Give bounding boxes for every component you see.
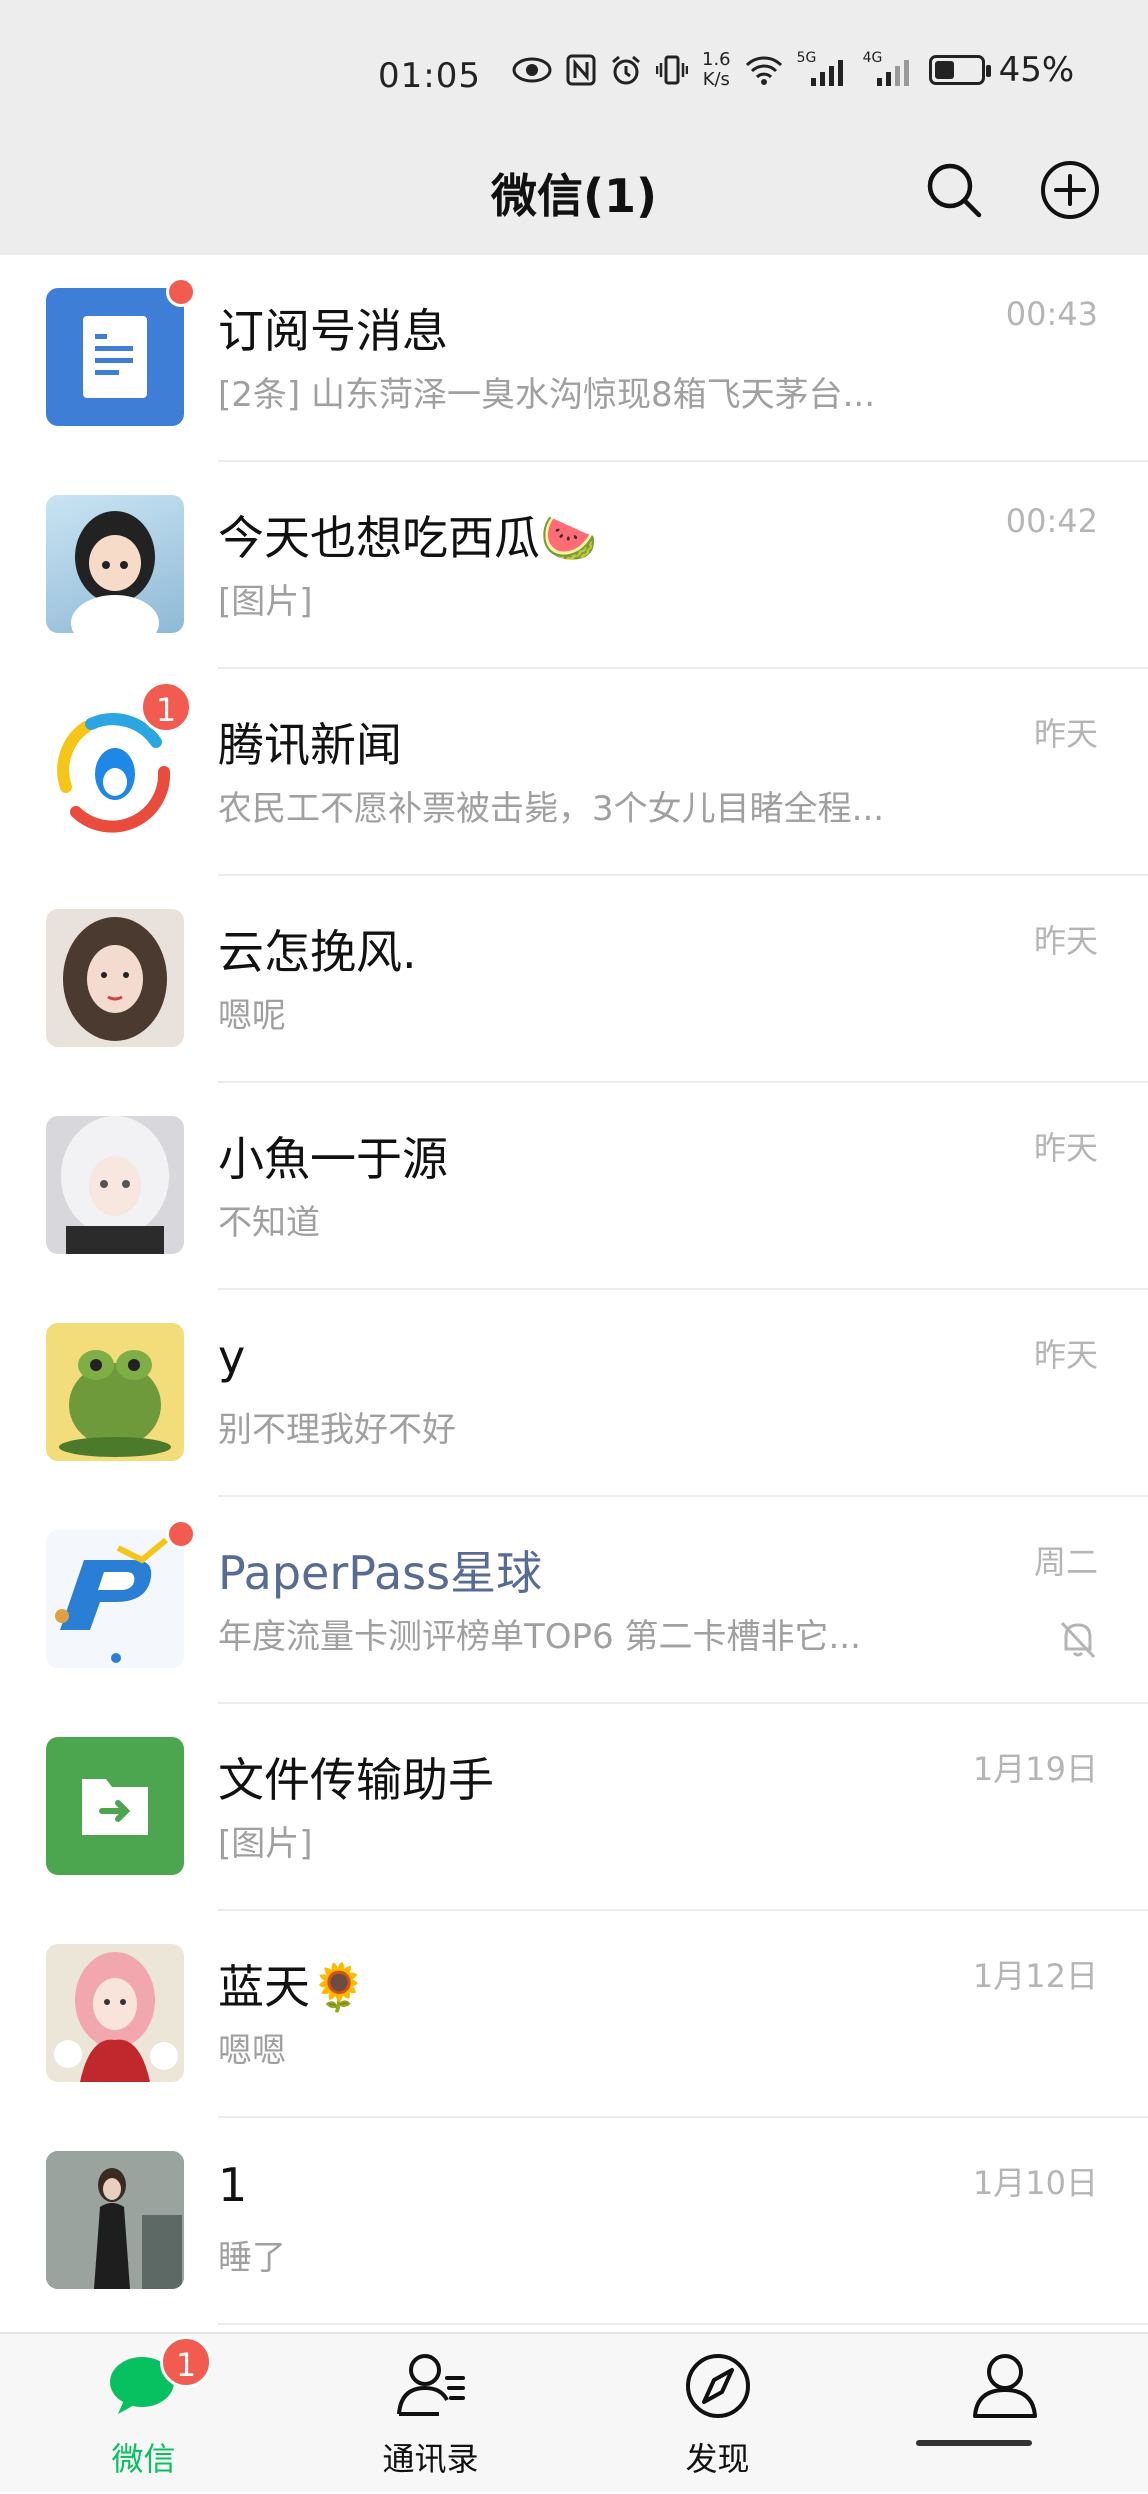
- chat-time: 昨天: [1033, 922, 1098, 960]
- chat-row-watermelon[interactable]: 今天也想吃西瓜🍉 [图片] 00:42: [0, 462, 1148, 669]
- chat-preview: 睡了: [218, 2238, 286, 2278]
- chat-preview: 农民工不愿补票被击毙，3个女儿目睹全程...: [218, 789, 885, 829]
- chat-row-lantian[interactable]: 蓝天🌻 嗯嗯 1月12日: [0, 1911, 1148, 2118]
- search-icon: [927, 163, 982, 218]
- vibrate-icon: [656, 55, 688, 85]
- chat-time: 00:42: [1005, 502, 1098, 540]
- net-speed-value: 1.6: [702, 49, 731, 70]
- battery-text: 45%: [998, 50, 1075, 90]
- file-transfer-icon: [46, 1737, 184, 1875]
- chat-name: y: [218, 1330, 246, 1384]
- net-speed: 1.6 K/s: [702, 50, 731, 90]
- avatar: [46, 1116, 184, 1254]
- chat-row-tencent-news[interactable]: 1 腾讯新闻 农民工不愿补票被击毙，3个女儿目睹全程... 昨天: [0, 669, 1148, 876]
- chat-row-xiaoyu[interactable]: 小魚一于源 不知道 昨天: [0, 1083, 1148, 1290]
- chat-preview: [图片]: [218, 1824, 313, 1864]
- unread-badge: 1: [160, 2336, 212, 2388]
- chat-time: 周二: [1033, 1543, 1098, 1581]
- chat-preview: 嗯嗯: [218, 2031, 286, 2071]
- compass-icon: [686, 2354, 750, 2418]
- avatar: [46, 909, 184, 1047]
- chat-row-1[interactable]: 1 睡了 1月10日: [0, 2118, 1148, 2325]
- tab-wechat[interactable]: 1 微信: [0, 2334, 287, 2494]
- person-icon: [973, 2354, 1037, 2418]
- add-button[interactable]: [1038, 158, 1102, 222]
- avatar: [46, 495, 184, 633]
- chat-name: 小魚一于源: [218, 1132, 448, 1186]
- chat-name: 今天也想吃西瓜🍉: [218, 511, 598, 565]
- chat-time: 00:43: [1005, 295, 1098, 333]
- tab-me[interactable]: [861, 2334, 1148, 2494]
- signal-5g-icon: 5G: [797, 50, 849, 86]
- chat-preview: 嗯呢: [218, 996, 286, 1036]
- status-bar: 01:05 1.6 K/s 5G 4G 45%: [0, 0, 1148, 140]
- divider: [218, 2323, 1148, 2325]
- chat-row-y[interactable]: y 别不理我好不好 昨天: [0, 1290, 1148, 1497]
- chat-time: 1月12日: [972, 1957, 1098, 1995]
- chat-name: 文件传输助手: [218, 1753, 494, 1807]
- nfc-icon: [566, 54, 596, 86]
- search-button[interactable]: [922, 158, 986, 222]
- chat-preview: 别不理我好不好: [218, 1410, 456, 1450]
- chat-row-paperpass[interactable]: PaperPass星球 年度流量卡测评榜单TOP6 第二卡槽非它... 周二: [0, 1497, 1148, 1704]
- chat-name: 蓝天🌻: [218, 1960, 368, 2014]
- paperpass-logo-icon: [46, 1530, 184, 1668]
- chat-time: 昨天: [1033, 715, 1098, 753]
- chat-preview: [图片]: [218, 582, 313, 622]
- chat-time: 昨天: [1033, 1336, 1098, 1374]
- eye-icon: [512, 57, 552, 83]
- add-circle-icon: [1041, 161, 1099, 219]
- battery-icon: [928, 55, 991, 85]
- status-time: 01:05: [378, 56, 481, 96]
- tab-label: 通讯录: [382, 2440, 479, 2478]
- home-indicator: [916, 2440, 1032, 2446]
- chat-name: 订阅号消息: [218, 304, 448, 358]
- tab-contacts[interactable]: 通讯录: [287, 2334, 574, 2494]
- contacts-icon: [397, 2354, 465, 2416]
- chat-row-yun[interactable]: 云怎挽风. 嗯呢 昨天: [0, 876, 1148, 1083]
- chat-name: 腾讯新闻: [218, 718, 402, 772]
- chat-time: 昨天: [1033, 1129, 1098, 1167]
- chat-name: 1: [218, 2158, 248, 2212]
- chat-row-file-transfer[interactable]: 文件传输助手 [图片] 1月19日: [0, 1704, 1148, 1911]
- bottom-nav: 1 微信 通讯录 发现: [0, 2332, 1148, 2492]
- battery-fill: [934, 61, 955, 79]
- subscriptions-avatar-icon: [46, 288, 184, 426]
- avatar: [46, 1944, 184, 2082]
- chat-list: 订阅号消息 [2条] 山东菏泽一臭水沟惊现8箱飞天茅台... 00:43 今天也…: [0, 255, 1148, 2325]
- wifi-icon: [745, 56, 782, 85]
- net-speed-unit: K/s: [702, 69, 730, 90]
- mute-bell-icon: [1060, 1621, 1096, 1659]
- unread-dot: [166, 277, 196, 307]
- avatar: [46, 2151, 184, 2289]
- avatar: [46, 1323, 184, 1461]
- tab-label: 发现: [685, 2440, 750, 2478]
- chat-name: PaperPass星球: [218, 1546, 543, 1600]
- signal-4g-icon: 4G: [863, 50, 915, 86]
- tab-label: 微信: [111, 2440, 176, 2478]
- chat-name: 云怎挽风.: [218, 925, 417, 979]
- chat-time: 1月10日: [972, 2164, 1098, 2202]
- unread-dot: [166, 1519, 196, 1549]
- chat-time: 1月19日: [972, 1750, 1098, 1788]
- chat-row-subscriptions[interactable]: 订阅号消息 [2条] 山东菏泽一臭水沟惊现8箱飞天茅台... 00:43: [0, 255, 1148, 462]
- chat-preview: [2条] 山东菏泽一臭水沟惊现8箱飞天茅台...: [218, 375, 876, 415]
- unread-badge: 1: [140, 681, 192, 733]
- chat-preview: 年度流量卡测评榜单TOP6 第二卡槽非它...: [218, 1617, 861, 1657]
- alarm-icon: [612, 55, 640, 85]
- tab-discover[interactable]: 发现: [574, 2334, 861, 2494]
- chat-preview: 不知道: [218, 1203, 320, 1243]
- status-icons: 1.6 K/s 5G 4G 45%: [512, 50, 1074, 90]
- header: 微信(1): [0, 140, 1148, 255]
